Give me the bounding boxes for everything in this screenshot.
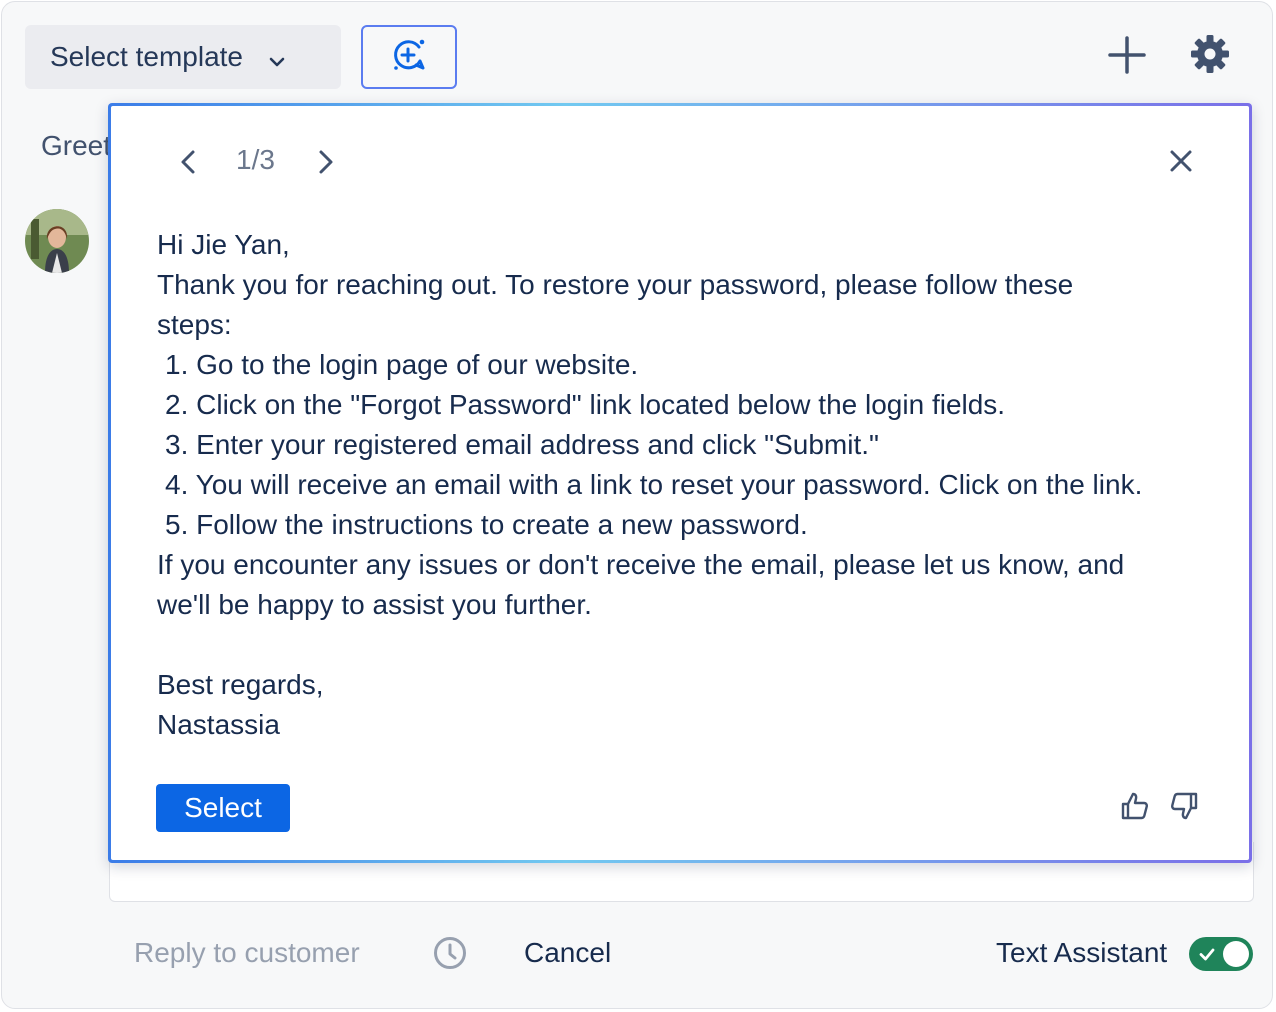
close-icon — [1166, 150, 1196, 180]
settings-button[interactable] — [1187, 33, 1233, 79]
step-item: 3. Enter your registered email address a… — [165, 429, 879, 460]
signature: Nastassia — [157, 709, 280, 740]
thumbs-up-button[interactable] — [1119, 790, 1151, 822]
text-assistant-label: Text Assistant — [996, 937, 1168, 968]
chevron-down-icon — [267, 47, 287, 67]
message-line: Hi Jie Yan, — [157, 229, 290, 260]
message-line: If you encounter any issues or don't rec… — [157, 549, 1125, 580]
ai-sparkle-icon — [389, 35, 429, 80]
suggestion-card: 1/3 Hi Jie Yan, Thank you for reaching o… — [111, 106, 1249, 860]
avatar — [25, 209, 89, 273]
add-button[interactable] — [1104, 34, 1150, 80]
step-item: 5. Follow the instructions to create a n… — [165, 509, 808, 540]
select-template-label: Select template — [50, 41, 243, 72]
thumbs-down-icon — [1168, 792, 1200, 826]
suggestion-counter: 1/3 — [236, 144, 275, 175]
toggle-knob — [1223, 941, 1249, 967]
gear-icon — [1190, 34, 1230, 79]
text-assistant-toggle[interactable] — [1189, 937, 1253, 971]
select-template-dropdown[interactable]: Select template — [25, 25, 341, 89]
suggestion-popup: 1/3 Hi Jie Yan, Thank you for reaching o… — [108, 103, 1252, 863]
chevron-right-icon — [311, 150, 341, 184]
thumbs-up-icon — [1119, 792, 1151, 826]
clock-icon[interactable] — [432, 935, 468, 971]
check-icon — [1198, 945, 1216, 963]
signoff: Best regards, — [157, 669, 324, 700]
step-item: 1. Go to the login page of our website. — [165, 349, 639, 380]
thumbs-down-button[interactable] — [1168, 790, 1200, 822]
chevron-left-icon — [173, 150, 203, 184]
previous-suggestion-button[interactable] — [173, 144, 203, 180]
background-greeting-text: Greet — [41, 130, 112, 161]
ai-assistant-button[interactable] — [361, 25, 457, 89]
message-line: we'll be happy to assist you further. — [157, 589, 592, 620]
next-suggestion-button[interactable] — [311, 144, 341, 180]
cancel-button[interactable]: Cancel — [524, 937, 611, 969]
select-suggestion-button[interactable]: Select — [156, 784, 290, 832]
reply-to-customer-button[interactable]: Reply to customer — [134, 937, 360, 969]
message-line: steps: — [157, 309, 232, 340]
step-item: 2. Click on the "Forgot Password" link l… — [165, 389, 1006, 420]
message-line: Thank you for reaching out. To restore y… — [157, 269, 1074, 300]
suggested-reply-text: Hi Jie Yan, Thank you for reaching out. … — [157, 225, 1227, 745]
plus-icon — [1107, 35, 1147, 80]
step-item: 4. You will receive an email with a link… — [165, 469, 1143, 500]
close-button[interactable] — [1166, 146, 1196, 176]
